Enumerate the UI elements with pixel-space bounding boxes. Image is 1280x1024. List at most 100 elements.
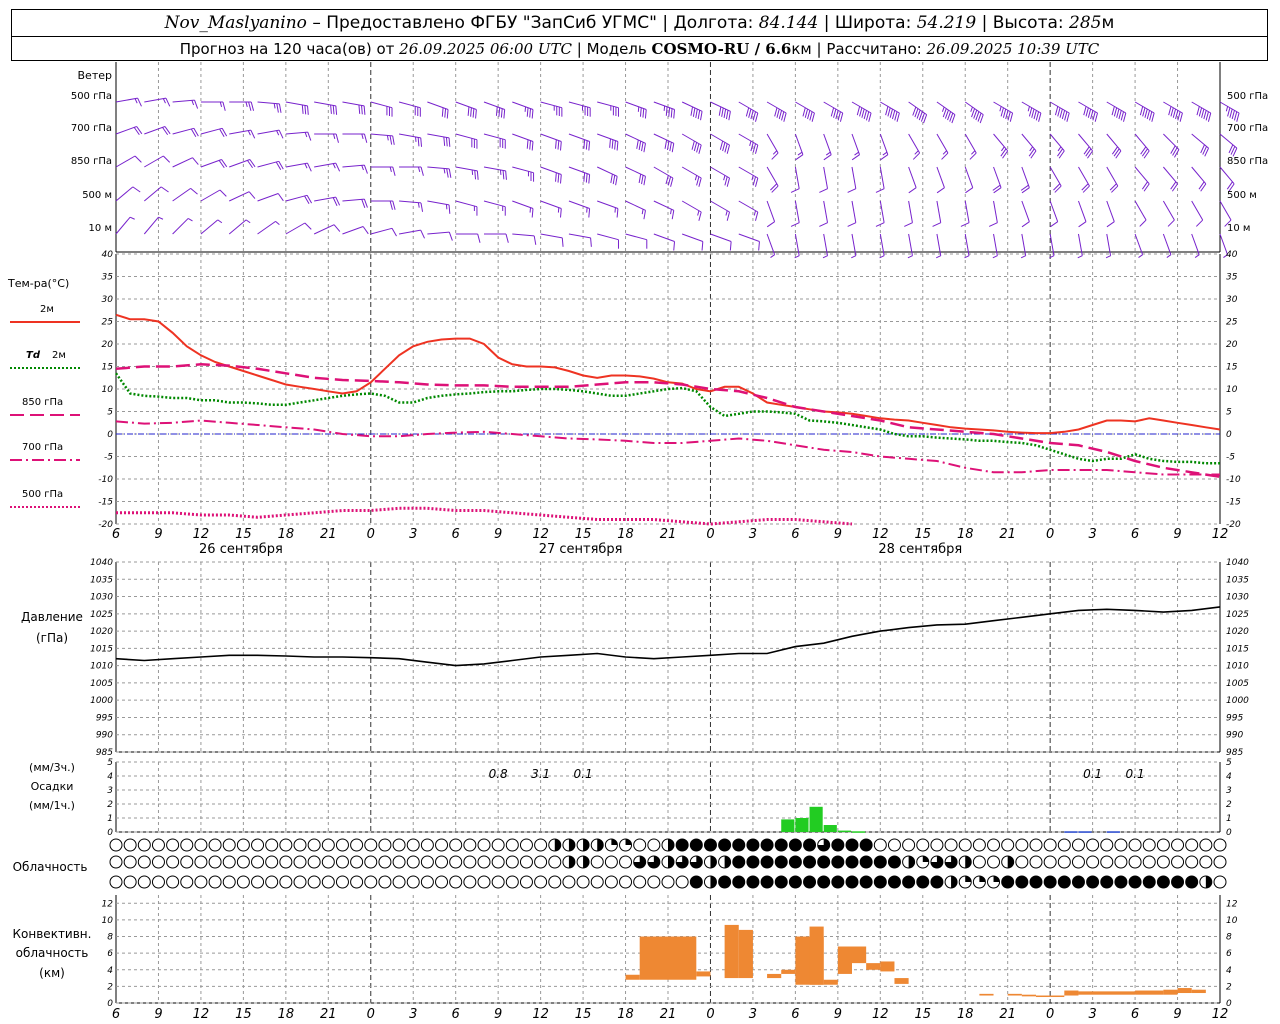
wind-barb <box>851 200 857 223</box>
convective-bar <box>809 926 824 985</box>
hour-tick-label: 12 <box>193 527 210 542</box>
cloud-circle <box>519 838 533 852</box>
cloud-circle <box>873 838 887 852</box>
wind-barb-feather <box>219 101 223 107</box>
cloud-cover-symbol <box>845 875 859 889</box>
wind-barb <box>738 133 759 146</box>
cloud-cover-symbol <box>817 838 831 852</box>
cloud-cover-symbol <box>265 855 279 869</box>
precip-bar <box>1106 831 1120 833</box>
convective-bar <box>837 946 852 974</box>
wind-barb-feather <box>503 109 506 119</box>
cloud-cover-symbol <box>194 855 208 869</box>
wind-barb <box>681 233 703 242</box>
cloud-fill-full <box>1171 876 1184 888</box>
cloud-cover-symbol <box>703 875 717 889</box>
wind-barb <box>285 101 308 107</box>
wind-barb-feather <box>531 208 534 218</box>
cloud-cover-symbol <box>1057 838 1071 852</box>
wind-barb-feather <box>612 175 616 185</box>
cloud-cover-symbol <box>378 875 392 889</box>
cloud-cover-symbol <box>392 875 406 889</box>
cloud-circle <box>123 855 137 869</box>
wind-barb-feather <box>134 98 138 104</box>
cloud-cover-symbol <box>151 875 165 889</box>
cloud-cover-symbol <box>335 875 349 889</box>
wind-barb-feather <box>1021 221 1030 228</box>
hour-tick-label: 6 <box>791 1007 799 1022</box>
wind-barb <box>229 191 250 202</box>
wind-barb <box>597 133 619 142</box>
wind-barb-feather <box>555 139 557 149</box>
wind-barb-feather <box>443 168 446 174</box>
wind-barb-feather <box>691 140 695 150</box>
wind-barb-feather <box>1087 108 1092 118</box>
convective-bar <box>738 929 753 979</box>
cloud-fill-partial <box>724 856 731 868</box>
cloud-circle <box>392 855 406 869</box>
hour-tick-label: 6 <box>112 527 120 542</box>
cloud-cover-symbol <box>1128 855 1142 869</box>
cloud-fill-full <box>789 876 802 888</box>
wind-barb-feather <box>1081 183 1089 191</box>
wind-barb <box>172 99 195 103</box>
wind-barb-feather <box>694 175 698 181</box>
wind-barb <box>455 101 477 110</box>
wind-barb-feather <box>134 155 142 163</box>
precip-3h-total: 0.1 <box>1126 767 1145 781</box>
wind-barb-feather <box>723 108 727 119</box>
wind-barb-feather <box>420 166 424 176</box>
pressure-panel: 985 985 990 990 995 995 1000 1000 1005 1005 1010 10… <box>90 558 1249 758</box>
wind-barb-feather <box>392 200 396 210</box>
cloud-circle <box>548 875 562 889</box>
wind-barb-feather <box>726 211 730 221</box>
cloud-cover-symbol <box>548 838 562 852</box>
cloud-fill-full <box>746 839 759 851</box>
precip-bar <box>809 806 823 832</box>
cloud-cover-symbol <box>1001 855 1015 869</box>
wind-barb-feather <box>190 187 198 195</box>
wind-barb-feather <box>830 107 835 117</box>
wind-barb-feather <box>615 176 618 186</box>
cloud-cover-symbol <box>661 875 675 889</box>
wind-barb-feather <box>1105 255 1111 259</box>
temp-tick-left: -10 <box>98 475 113 485</box>
cloud-cover-symbol <box>760 855 774 869</box>
cloud-circle <box>590 855 604 869</box>
precip-tick-right: 3 <box>1226 786 1232 796</box>
wind-barb-feather <box>755 211 759 221</box>
wind-barb-feather <box>1083 106 1087 116</box>
cloud-fill-full <box>930 876 943 888</box>
cloud-cover-symbol <box>236 838 250 852</box>
wind-barb <box>710 133 730 146</box>
hour-tick-label: 21 <box>660 1007 677 1022</box>
temp-tick-left: 30 <box>102 295 114 305</box>
cloud-cover-symbol <box>505 875 519 889</box>
wind-barb-feather <box>772 150 778 155</box>
wind-barb-feather <box>999 106 1002 112</box>
cloud-circle <box>958 838 972 852</box>
cloud-cover-symbol <box>987 875 1001 889</box>
wind-barb-feather <box>1031 108 1035 118</box>
temp-tick-right: 30 <box>1226 295 1238 305</box>
cloud-cover-symbol <box>166 855 180 869</box>
cloud-cover-symbol <box>1185 855 1199 869</box>
cloud-circle <box>449 838 463 852</box>
cloud-fill-full <box>803 839 816 851</box>
cloud-circle <box>1057 838 1071 852</box>
cloud-cover-symbol <box>619 875 633 889</box>
cloud-cover-symbol <box>449 855 463 869</box>
wind-barb <box>1049 133 1065 152</box>
cloud-circle <box>123 838 137 852</box>
cloud-cover-symbol <box>1185 838 1199 852</box>
wind-barb-feather <box>882 151 888 156</box>
cloud-circle <box>548 855 562 869</box>
convective-bar <box>1050 995 1065 998</box>
wind-barb <box>285 162 308 168</box>
wind-barb <box>653 200 674 211</box>
wind-barb <box>795 101 815 114</box>
cloud-cover-symbol <box>208 875 222 889</box>
hour-tick-label: 3 <box>409 527 417 542</box>
cloud-cover-symbol <box>887 855 901 869</box>
wind-barb <box>257 129 280 135</box>
